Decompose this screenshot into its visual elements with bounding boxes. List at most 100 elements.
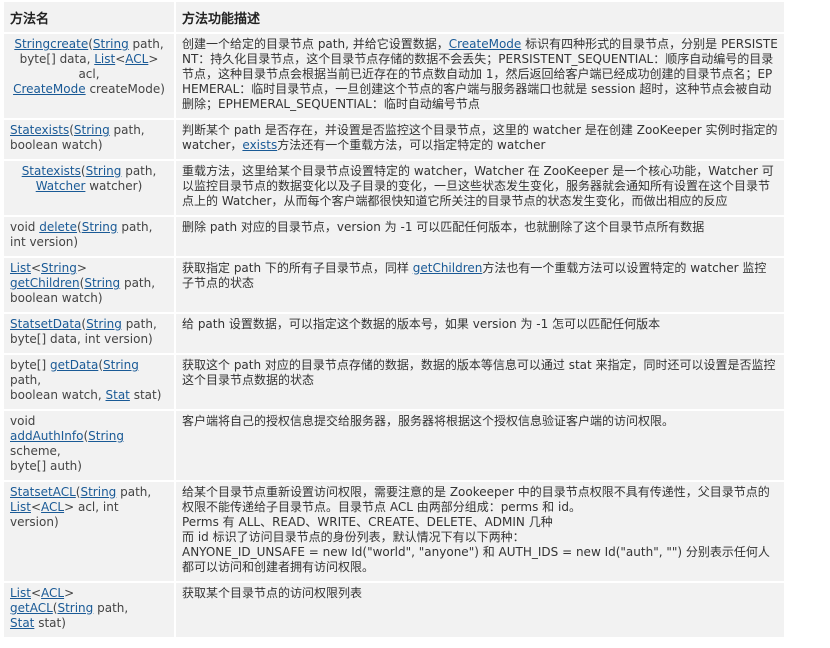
method-signature-cell: StatsetData(String path, byte[] data, int…	[4, 314, 174, 353]
doc-link[interactable]: String	[74, 123, 110, 137]
doc-link[interactable]: Stat	[10, 616, 34, 630]
doc-link[interactable]: String	[82, 220, 118, 234]
doc-link[interactable]: addAuthInfo	[10, 429, 83, 443]
text-segment: boolean watch,	[10, 388, 106, 402]
doc-link[interactable]: Statexists	[10, 123, 69, 137]
doc-link[interactable]: String	[88, 429, 124, 443]
method-signature-cell: List<ACL> getACL(String path, Stat stat)	[4, 583, 174, 637]
doc-link[interactable]: String	[86, 317, 122, 331]
method-description-cell: 给 path 设置数据，可以指定这个数据的版本号，如果 version 为 -1…	[176, 314, 784, 353]
text-segment: byte[] data,	[19, 52, 95, 66]
method-signature-cell: void addAuthInfo(String scheme, byte[] aut…	[4, 411, 174, 480]
doc-link[interactable]: String	[103, 358, 139, 372]
text-segment: path,	[120, 276, 156, 290]
doc-link[interactable]: ACL	[41, 500, 64, 514]
text-segment: scheme,	[10, 444, 61, 458]
text-segment: path,	[128, 37, 164, 51]
table-body: Stringcreate(String path, byte[] data, Li…	[4, 34, 784, 637]
text-segment: 获取这个 path 对应的目录节点存储的数据，数据的版本等信息可以通过 stat…	[182, 358, 776, 387]
doc-link[interactable]: getChildren	[413, 261, 483, 275]
doc-link[interactable]: StatsetACL	[10, 485, 76, 499]
table-row: Statexists(String path, boolean watch) 判断某…	[4, 120, 784, 159]
text-segment: 客户端将自己的授权信息提交给服务器，服务器将根据这个授权信息验证客户端的访问权限…	[182, 414, 675, 428]
text-segment: int version)	[10, 235, 79, 249]
doc-link[interactable]: String	[93, 37, 129, 51]
doc-link[interactable]: String	[86, 164, 122, 178]
doc-link[interactable]: CreateMode	[449, 37, 522, 51]
doc-link[interactable]: String	[57, 601, 93, 615]
text-segment: 创建一个给定的目录节点 path, 并给它设置数据，	[182, 37, 449, 51]
method-signature-cell: Statexists(String path, boolean watch)	[4, 120, 174, 159]
method-description-cell: 判断某个 path 是否存在，并设置是否监控这个目录节点，这里的 watcher…	[176, 120, 784, 159]
api-method-table: 方法名 方法功能描述 Stringcreate(String path, byte…	[2, 0, 786, 639]
doc-link[interactable]: getData	[50, 358, 98, 372]
text-segment: 而 id 标识了访问目录节点的身份列表，默认情况下有以下两种：	[182, 530, 525, 544]
table-row: List<ACL> getACL(String path, Stat stat) 获取…	[4, 583, 784, 637]
text-segment: void	[10, 414, 36, 428]
table-row: Stringcreate(String path, byte[] data, Li…	[4, 34, 784, 118]
text-segment: Perms 有 ALL、READ、WRITE、CREATE、DELETE、ADM…	[182, 515, 553, 529]
method-signature-cell: Statexists(String path, Watcher watcher)	[4, 161, 174, 215]
text-segment: path,	[117, 220, 153, 234]
method-description-cell: 给某个目录节点重新设置访问权限，需要注意的是 Zookeeper 中的目录节点权…	[176, 482, 784, 581]
text-segment: boolean watch)	[10, 138, 103, 152]
text-segment: 删除 path 对应的目录节点，version 为 -1 可以匹配任何版本，也就…	[182, 220, 705, 234]
text-segment: void	[10, 220, 40, 234]
text-segment: <	[30, 261, 42, 275]
doc-link[interactable]: Stringcreate	[14, 37, 88, 51]
doc-link[interactable]: List	[94, 52, 115, 66]
doc-link[interactable]: exists	[242, 138, 277, 152]
doc-link[interactable]: String	[41, 261, 77, 275]
text-segment: 方法还有一个重载方法，可以指定特定的 watcher	[277, 138, 546, 152]
method-description-cell: 删除 path 对应的目录节点，version 为 -1 可以匹配任何版本，也就…	[176, 217, 784, 256]
text-segment: boolean watch)	[10, 291, 103, 305]
text-segment: byte[]	[10, 358, 50, 372]
text-segment: stat)	[34, 616, 66, 630]
doc-link[interactable]: Statexists	[22, 164, 81, 178]
text-segment: path,	[116, 485, 152, 499]
method-description-cell: 客户端将自己的授权信息提交给服务器，服务器将根据这个授权信息验证客户端的访问权限…	[176, 411, 784, 480]
text-segment: <	[30, 500, 42, 514]
method-description-cell: 获取这个 path 对应的目录节点存储的数据，数据的版本等信息可以通过 stat…	[176, 355, 784, 409]
table-header-row: 方法名 方法功能描述	[4, 2, 784, 32]
text-segment: byte[] auth)	[10, 459, 82, 473]
text-segment: stat)	[129, 388, 162, 402]
doc-link[interactable]: Stat	[106, 388, 130, 402]
doc-link[interactable]: getACL	[10, 601, 53, 615]
text-segment: createMode)	[85, 82, 165, 96]
doc-link[interactable]: List	[10, 500, 31, 514]
method-signature-cell: byte[] getData(String path, boolean watch…	[4, 355, 174, 409]
doc-link[interactable]: CreateMode	[13, 82, 86, 96]
text-segment: path,	[121, 164, 157, 178]
table-row: StatsetData(String path, byte[] data, int…	[4, 314, 784, 353]
table-row: List<String> getChildren(String path, bool…	[4, 258, 784, 312]
text-segment: <	[115, 52, 126, 66]
doc-link[interactable]: List	[10, 586, 31, 600]
doc-link[interactable]: String	[84, 276, 120, 290]
method-signature-cell: Stringcreate(String path, byte[] data, Li…	[4, 34, 174, 118]
text-segment: >	[76, 261, 87, 275]
method-signature-cell: StatsetACL(String path, List<ACL> acl, in…	[4, 482, 174, 581]
doc-link[interactable]: StatsetData	[10, 317, 81, 331]
doc-link[interactable]: ACL	[125, 52, 148, 66]
text-segment: ANYONE_ID_UNSAFE = new Id("world", "anyo…	[182, 545, 770, 574]
table-row: void addAuthInfo(String scheme, byte[] aut…	[4, 411, 784, 480]
table-row: Statexists(String path, Watcher watcher) 重…	[4, 161, 784, 215]
text-segment: 给 path 设置数据，可以指定这个数据的版本号，如果 version 为 -1…	[182, 317, 661, 331]
doc-link[interactable]: Watcher	[36, 179, 86, 193]
doc-link[interactable]: String	[80, 485, 116, 499]
text-segment: watcher)	[85, 179, 143, 193]
method-description-cell: 获取某个目录节点的访问权限列表	[176, 583, 784, 637]
method-signature-cell: List<String> getChildren(String path, bool…	[4, 258, 174, 312]
text-segment: path,	[10, 373, 42, 387]
doc-link[interactable]: List	[10, 261, 31, 275]
doc-link[interactable]: ACL	[41, 586, 64, 600]
method-description-cell: 获取指定 path 下的所有子目录节点，同样 getChildren方法也有一个…	[176, 258, 784, 312]
doc-link[interactable]: delete	[39, 220, 77, 234]
header-method-description: 方法功能描述	[176, 2, 784, 32]
text-segment: <	[30, 586, 42, 600]
doc-link[interactable]: getChildren	[10, 276, 80, 290]
text-segment: >	[64, 586, 75, 600]
text-segment: path,	[121, 317, 157, 331]
text-segment: path,	[93, 601, 129, 615]
